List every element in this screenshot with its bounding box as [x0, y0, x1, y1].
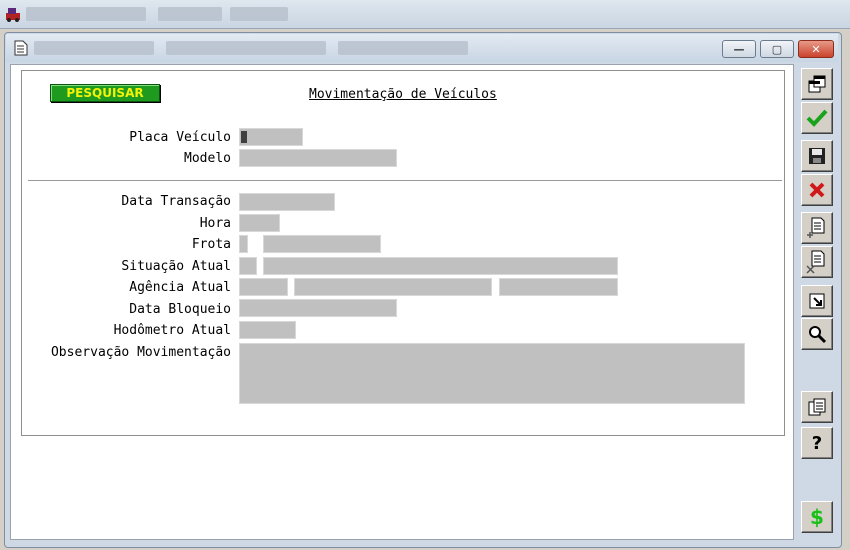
modelo-input[interactable]	[239, 149, 397, 167]
restore-windows-icon	[808, 75, 826, 93]
placa-veiculo-input[interactable]	[239, 128, 303, 146]
situacao-description-input[interactable]	[263, 257, 618, 275]
label-agencia-atual: Agência Atual	[129, 280, 231, 295]
app-title-redacted	[230, 7, 288, 21]
form-title: Movimentação de Veículos	[309, 87, 497, 102]
save-disk-icon	[809, 148, 825, 164]
app-title-redacted	[26, 7, 146, 21]
label-placa-veiculo: Placa Veículo	[129, 130, 231, 145]
label-frota: Frota	[191, 237, 231, 252]
delete-record-button[interactable]	[801, 246, 833, 278]
currency-button[interactable]: $	[801, 501, 833, 533]
close-button[interactable]: ✕	[798, 40, 834, 58]
help-button[interactable]: ?	[801, 427, 833, 459]
window-title-redacted	[338, 41, 468, 55]
search-button-toolbar[interactable]	[801, 318, 833, 350]
window-title-redacted	[166, 41, 326, 55]
document-icon	[14, 40, 28, 56]
hodometro-atual-input[interactable]	[239, 321, 296, 339]
go-to-icon	[809, 293, 825, 309]
text-cursor	[241, 131, 247, 143]
save-button[interactable]	[801, 140, 833, 172]
label-situacao-atual: Situação Atual	[121, 259, 231, 274]
search-button[interactable]: PESQUISAR	[50, 84, 160, 102]
restore-windows-button[interactable]	[801, 68, 833, 100]
hora-input[interactable]	[239, 214, 280, 232]
app-title-redacted	[158, 7, 222, 21]
currency-dollar-icon: $	[810, 505, 824, 529]
observacao-movimentacao-textarea[interactable]	[239, 343, 745, 404]
data-bloqueio-input[interactable]	[239, 299, 397, 317]
copy-pages-icon	[808, 398, 826, 416]
minimize-button[interactable]: —	[722, 40, 756, 58]
new-record-button[interactable]	[801, 212, 833, 244]
app-logo-icon	[6, 8, 20, 22]
cancel-x-icon	[809, 182, 825, 198]
label-data-transacao: Data Transação	[121, 194, 231, 209]
agencia-name-input[interactable]	[294, 278, 492, 296]
label-hora: Hora	[199, 216, 231, 231]
cancel-button[interactable]	[801, 174, 833, 206]
agencia-extra-input[interactable]	[499, 278, 618, 296]
window-titlebar	[6, 34, 838, 62]
frota-code-input[interactable]	[239, 235, 248, 253]
section-divider	[28, 180, 782, 181]
help-question-icon: ?	[811, 432, 823, 454]
label-observacao-movimentacao: Observação Movimentação	[50, 345, 231, 360]
label-data-bloqueio: Data Bloqueio	[129, 302, 231, 317]
new-record-icon	[807, 217, 825, 238]
confirm-check-icon	[806, 109, 828, 127]
label-modelo: Modelo	[184, 151, 231, 166]
maximize-button[interactable]: ▢	[760, 40, 794, 58]
situacao-code-input[interactable]	[239, 257, 257, 275]
label-hodometro-atual: Hodômetro Atual	[113, 323, 231, 338]
frota-description-input[interactable]	[263, 235, 381, 253]
search-magnifier-icon	[809, 326, 827, 344]
window-title-redacted	[34, 41, 154, 55]
agencia-code-input[interactable]	[239, 278, 288, 296]
delete-record-icon	[806, 250, 825, 274]
app-titlebar	[0, 0, 850, 29]
confirm-button[interactable]	[801, 102, 833, 134]
go-to-button[interactable]	[801, 285, 833, 317]
data-transacao-input[interactable]	[239, 193, 335, 211]
copy-pages-button[interactable]	[801, 391, 833, 423]
